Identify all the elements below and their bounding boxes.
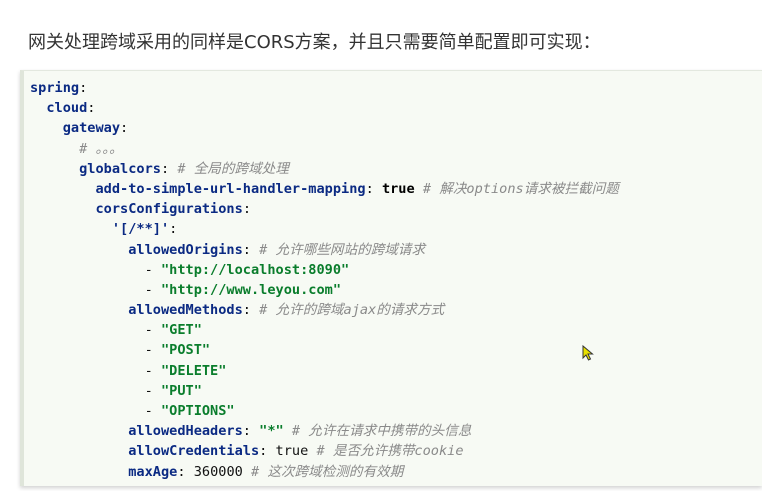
yaml-value: - <box>144 342 161 359</box>
yaml-value: - <box>144 382 161 399</box>
code-line: - "DELETE" <box>30 361 619 381</box>
code-line: - "http://localhost:8090" <box>30 260 619 280</box>
code-line: - "http://www.leyou.com" <box>30 280 619 300</box>
yaml-value: : <box>120 120 129 137</box>
yaml-key: allowedOrigins <box>128 241 243 258</box>
yaml-comment: # 允许哪些网站的跨域请求 <box>259 241 426 258</box>
code-content: spring: cloud: gateway: # 。。。 globalcors… <box>30 78 619 482</box>
yaml-comment: # 这次跨域检测的有效期 <box>242 463 404 480</box>
yaml-key: globalcors <box>79 160 161 177</box>
yaml-value: : <box>79 80 88 96</box>
yaml-value: : <box>259 443 276 460</box>
yaml-key: cloud <box>46 100 88 117</box>
yaml-value: : <box>242 302 260 319</box>
yaml-value: true <box>381 180 415 197</box>
yaml-key: maxAge <box>128 463 178 480</box>
yaml-key: gateway <box>62 120 121 137</box>
yaml-value: : <box>242 201 251 218</box>
code-line: cloud: <box>30 98 619 118</box>
yaml-key: spring <box>30 80 80 96</box>
code-line: globalcors: # 全局的跨域处理 <box>30 159 619 179</box>
code-line: - "OPTIONS" <box>30 401 619 421</box>
yaml-value: - <box>144 322 161 339</box>
yaml-value: 360000 <box>193 463 243 480</box>
code-line: corsConfigurations: <box>30 199 619 219</box>
yaml-comment: # 。。。 <box>79 140 123 157</box>
yaml-comment: # 解决options请求被拦截问题 <box>414 180 619 197</box>
code-line: - "GET" <box>30 320 619 340</box>
yaml-comment: # 允许的跨域ajax的请求方式 <box>259 302 445 319</box>
yaml-string: "PUT" <box>160 382 202 399</box>
yaml-comment: # 允许在请求中携带的头信息 <box>283 423 472 440</box>
code-line: - "PUT" <box>30 381 619 401</box>
yaml-comment: # 全局的跨域处理 <box>177 160 289 177</box>
code-line: allowCredentials: true # 是否允许携带cookie <box>30 441 619 461</box>
code-line: - "POST" <box>30 340 619 360</box>
yaml-value: - <box>144 362 161 379</box>
yaml-key: allowCredentials <box>128 443 260 460</box>
code-line: gateway: <box>30 118 619 138</box>
code-block: spring: cloud: gateway: # 。。。 globalcors… <box>20 70 762 486</box>
code-line: add-to-simple-url-handler-mapping: true … <box>30 179 619 199</box>
yaml-value: : <box>177 463 194 480</box>
yaml-value: : <box>169 221 178 238</box>
yaml-value: : <box>242 423 260 440</box>
intro-text: 网关处理跨域采用的同样是CORS方案，并且只需要简单配置即可实现： <box>28 32 601 53</box>
mouse-pointer-icon <box>582 345 594 361</box>
code-line: maxAge: 360000 # 这次跨域检测的有效期 <box>30 462 619 482</box>
yaml-value: true <box>275 443 309 460</box>
yaml-key: allowedHeaders <box>128 423 243 440</box>
yaml-key: add-to-simple-url-handler-mapping <box>95 180 366 197</box>
yaml-string: "DELETE" <box>160 362 227 379</box>
yaml-key: corsConfigurations <box>95 201 243 218</box>
code-line: allowedMethods: # 允许的跨域ajax的请求方式 <box>30 300 619 320</box>
yaml-string: "OPTIONS" <box>160 403 235 419</box>
yaml-comment: # 是否允许携带cookie <box>308 443 464 460</box>
yaml-key: allowedMethods <box>128 302 243 319</box>
code-line: '[/**]': <box>30 219 619 239</box>
yaml-string: "GET" <box>160 322 202 339</box>
code-line: # 。。。 <box>30 139 619 159</box>
yaml-string: "POST" <box>160 342 211 359</box>
code-line: allowedHeaders: "*" # 允许在请求中携带的头信息 <box>30 421 619 441</box>
yaml-value: - <box>144 261 161 278</box>
yaml-value: - <box>144 281 161 298</box>
yaml-value: : <box>87 100 96 117</box>
yaml-string: "http://localhost:8090" <box>160 261 350 278</box>
yaml-string: "*" <box>259 423 284 440</box>
code-line: allowedOrigins: # 允许哪些网站的跨域请求 <box>30 240 619 260</box>
yaml-value: - <box>144 403 161 419</box>
yaml-key: '[/**]' <box>111 221 170 238</box>
yaml-value: : <box>160 160 178 177</box>
yaml-value: : <box>242 241 260 258</box>
yaml-string: "http://www.leyou.com" <box>160 281 342 298</box>
code-line: spring: <box>30 78 619 98</box>
yaml-value: : <box>365 180 382 197</box>
